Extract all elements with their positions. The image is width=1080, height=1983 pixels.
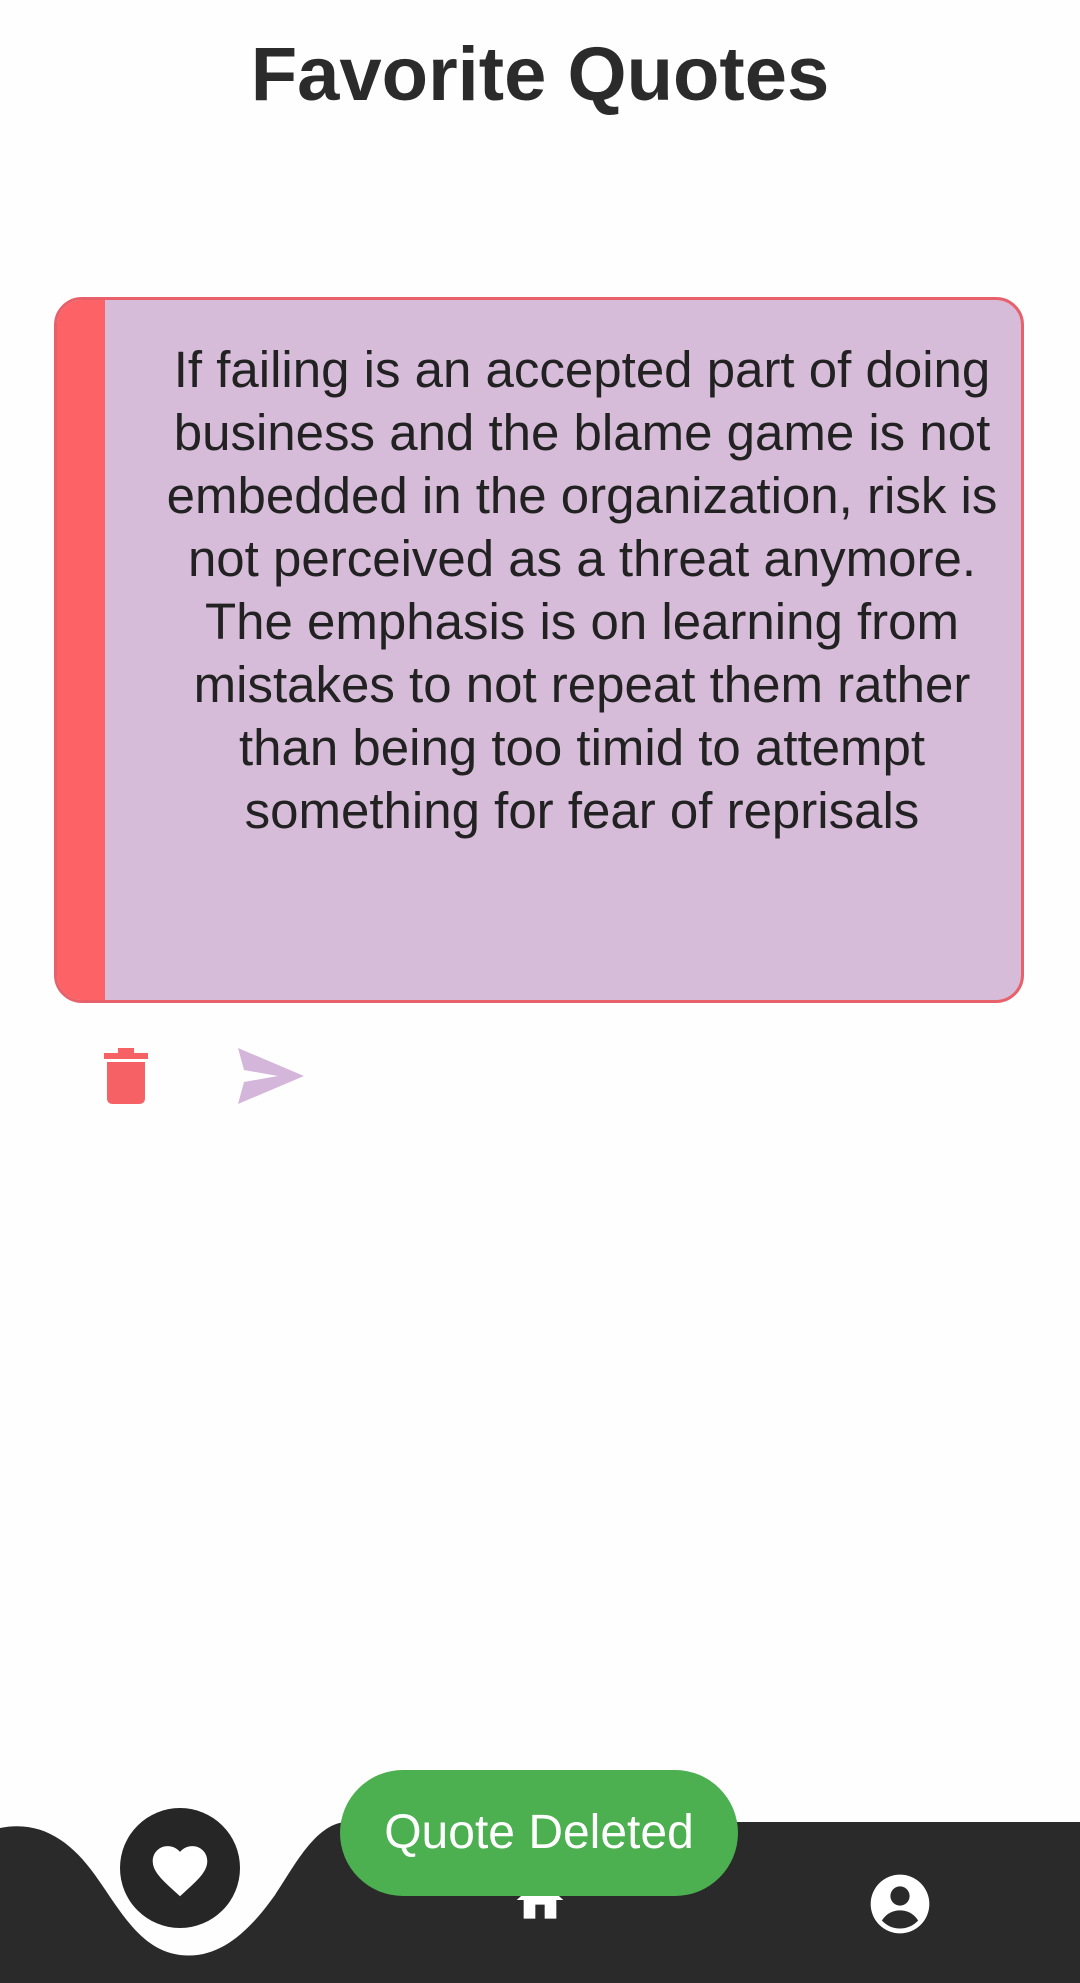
delete-quote-button[interactable] <box>90 1040 162 1112</box>
toast-message: Quote Deleted <box>384 1806 694 1859</box>
quote-deleted-toast: Quote Deleted <box>340 1770 738 1896</box>
page-title: Favorite Quotes <box>250 32 830 117</box>
send-icon <box>238 1048 304 1104</box>
quote-text: If failing is an accepted part of doing … <box>166 341 998 839</box>
nav-profile-button[interactable] <box>864 1868 936 1940</box>
share-quote-button[interactable] <box>230 1040 312 1112</box>
heart-icon <box>152 1846 208 1897</box>
trash-icon <box>104 1048 148 1104</box>
nav-favorites-button[interactable] <box>120 1808 240 1928</box>
account-circle-icon <box>870 1874 930 1934</box>
quote-card[interactable]: If failing is an accepted part of doing … <box>54 297 1024 1003</box>
quote-card-accent-bar <box>57 300 105 1000</box>
favorite-quotes-screen: Favorite Quotes If failing is an accepte… <box>0 0 1080 1983</box>
